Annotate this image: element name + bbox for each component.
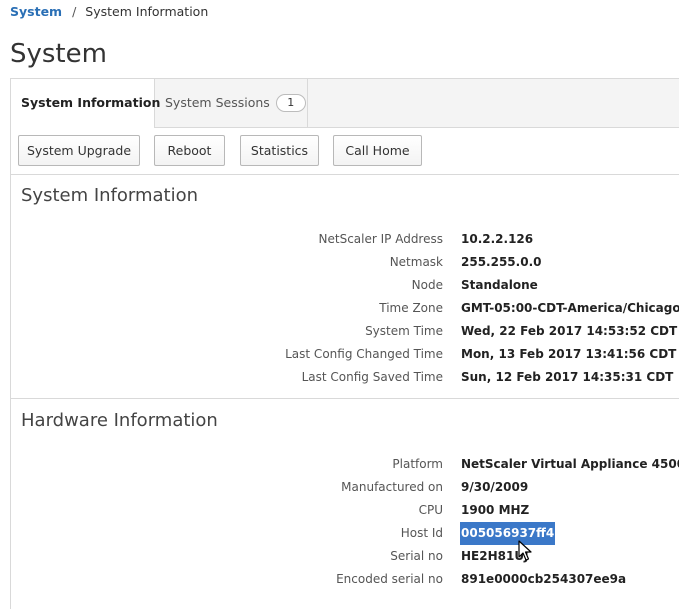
hw-row-platform: Platform NetScaler Virtual Appliance 450… bbox=[11, 453, 679, 476]
tab-label: System Sessions bbox=[165, 95, 270, 110]
info-row-time-zone: Time Zone GMT-05:00-CDT-America/Chicago bbox=[11, 297, 679, 320]
system-upgrade-button[interactable]: System Upgrade bbox=[18, 135, 140, 166]
info-label: Last Config Changed Time bbox=[285, 347, 443, 361]
system-panel: System Information System Sessions 1 Syst… bbox=[10, 78, 679, 609]
info-row-node: Node Standalone bbox=[11, 274, 679, 297]
info-row-system-time: System Time Wed, 22 Feb 2017 14:53:52 CD… bbox=[11, 320, 679, 343]
info-row-last-config-saved: Last Config Saved Time Sun, 12 Feb 2017 … bbox=[11, 366, 679, 389]
system-information-heading: System Information bbox=[21, 185, 199, 206]
hw-value: 891e0000cb254307ee9a bbox=[461, 572, 627, 586]
hw-label: Platform bbox=[392, 457, 443, 471]
info-row-last-config-changed: Last Config Changed Time Mon, 13 Feb 201… bbox=[11, 343, 679, 366]
info-label: Time Zone bbox=[379, 301, 443, 315]
page-title: System bbox=[10, 39, 107, 69]
info-row-netmask: Netmask 255.255.0.0 bbox=[11, 251, 679, 274]
host-id-value-selected[interactable]: 005056937ff4 bbox=[460, 522, 556, 545]
hw-row-host-id: Host Id 005056937ff4 bbox=[11, 522, 679, 545]
hw-value: 9/30/2009 bbox=[461, 480, 529, 494]
hw-label: CPU bbox=[418, 503, 443, 517]
tab-system-sessions[interactable]: System Sessions 1 bbox=[155, 79, 308, 127]
section-divider bbox=[11, 398, 679, 399]
info-label: System Time bbox=[365, 324, 443, 338]
info-value: Wed, 22 Feb 2017 14:53:52 CDT bbox=[461, 324, 678, 338]
hw-value: 1900 MHZ bbox=[461, 503, 530, 517]
info-label: Netmask bbox=[389, 255, 443, 269]
info-label: Last Config Saved Time bbox=[301, 370, 443, 384]
hw-row-manufactured-on: Manufactured on 9/30/2009 bbox=[11, 476, 679, 499]
hw-value: NetScaler Virtual Appliance 450010 bbox=[461, 457, 679, 471]
tab-system-information[interactable]: System Information bbox=[11, 79, 160, 128]
breadcrumb-current: System Information bbox=[85, 4, 209, 19]
hw-row-cpu: CPU 1900 MHZ bbox=[11, 499, 679, 522]
breadcrumb: System / System Information bbox=[10, 4, 208, 20]
reboot-button[interactable]: Reboot bbox=[154, 135, 225, 166]
hw-label: Host Id bbox=[400, 526, 443, 540]
hardware-information-heading: Hardware Information bbox=[21, 410, 218, 431]
info-label: Node bbox=[411, 278, 443, 292]
statistics-button[interactable]: Statistics bbox=[240, 135, 319, 166]
info-value: GMT-05:00-CDT-America/Chicago bbox=[461, 301, 679, 315]
action-toolbar: System Upgrade Reboot Statistics Call Ho… bbox=[11, 128, 679, 175]
info-value: Standalone bbox=[461, 278, 538, 292]
hw-label: Manufactured on bbox=[341, 480, 443, 494]
hw-row-serial-no: Serial no HE2H81UJ bbox=[11, 545, 679, 568]
sessions-count-badge: 1 bbox=[275, 94, 306, 112]
info-value: Sun, 12 Feb 2017 14:35:31 CDT bbox=[461, 370, 674, 384]
info-row-ip-address: NetScaler IP Address 10.2.2.126 bbox=[11, 228, 679, 251]
hw-label: Serial no bbox=[390, 549, 443, 563]
info-value: 10.2.2.126 bbox=[461, 232, 534, 246]
info-value: 255.255.0.0 bbox=[461, 255, 542, 269]
hw-row-encoded-serial-no: Encoded serial no 891e0000cb254307ee9a bbox=[11, 568, 679, 591]
info-label: NetScaler IP Address bbox=[318, 232, 443, 246]
hw-value: HE2H81UJ bbox=[461, 549, 529, 563]
breadcrumb-system-link[interactable]: System bbox=[10, 4, 62, 19]
tab-bar: System Information System Sessions 1 bbox=[11, 79, 679, 128]
info-value: Mon, 13 Feb 2017 13:41:56 CDT bbox=[461, 347, 677, 361]
hw-label: Encoded serial no bbox=[336, 572, 443, 586]
tab-label: System Information bbox=[21, 95, 161, 110]
call-home-button[interactable]: Call Home bbox=[333, 135, 422, 166]
breadcrumb-separator: / bbox=[72, 4, 77, 19]
